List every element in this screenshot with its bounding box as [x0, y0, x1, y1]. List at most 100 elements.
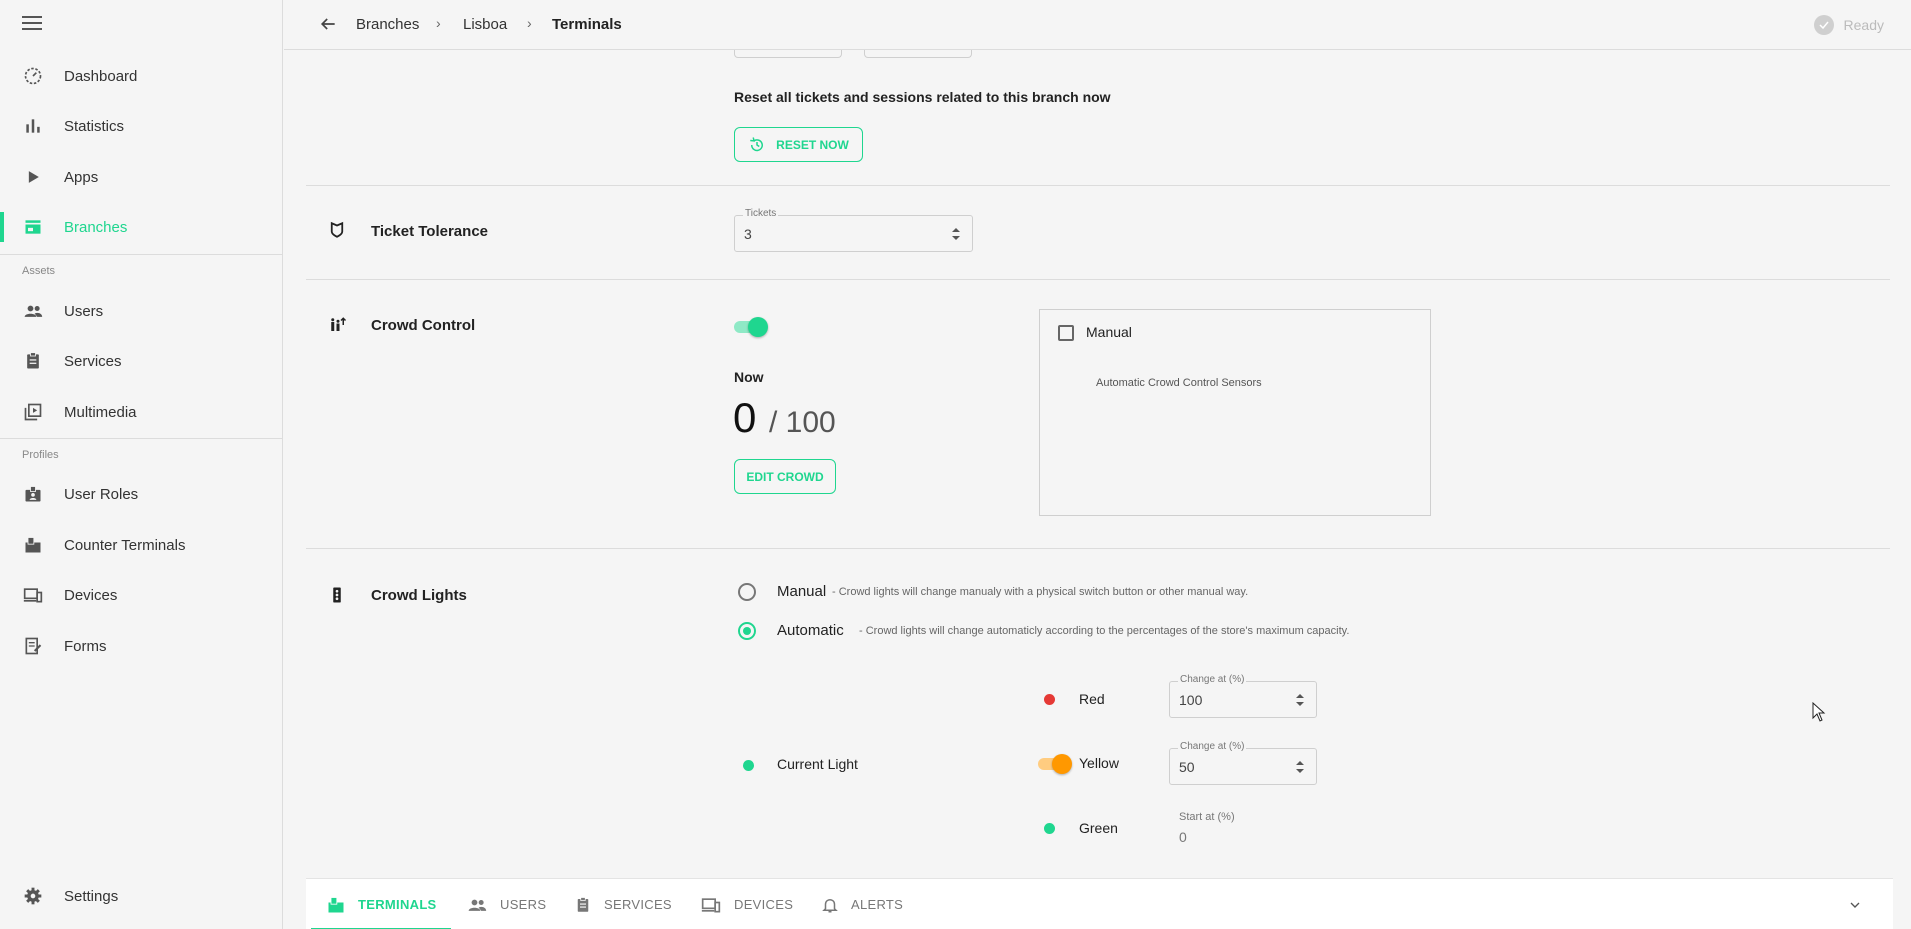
- history-icon: [750, 136, 764, 151]
- sidebar-item-label: User Roles: [64, 485, 139, 503]
- red-field-label: Change at (%): [1178, 674, 1247, 685]
- sidebar-item-dashboard[interactable]: Dashboard: [0, 51, 283, 101]
- stepper-icon[interactable]: [952, 227, 960, 241]
- edit-crowd-label: EDIT CROWD: [746, 469, 824, 484]
- sensors-label: Automatic Crowd Control Sensors: [1096, 377, 1262, 389]
- green-light-dot: [1044, 823, 1055, 834]
- green-field-label: Start at (%): [1179, 811, 1235, 823]
- manual-checkbox-label: Manual: [1086, 324, 1132, 340]
- crowd-control-toggle[interactable]: [734, 317, 770, 337]
- red-light-dot: [1044, 694, 1055, 705]
- current-light-dot: [743, 760, 754, 771]
- divider: [0, 438, 283, 439]
- yellow-change-at-field[interactable]: Change at (%) 50: [1169, 741, 1317, 785]
- breadcrumb-terminals: Terminals: [552, 16, 622, 33]
- section-divider: [306, 185, 1890, 186]
- stepper-icon[interactable]: [1296, 760, 1304, 774]
- breadcrumb-lisboa[interactable]: Lisboa: [463, 16, 507, 33]
- bottom-tab-bar: TERMINALS USERS SERVICES DEVICES ALERTS: [306, 878, 1893, 929]
- terminal-icon: [25, 537, 41, 553]
- tab-label: ALERTS: [851, 897, 904, 912]
- sidebar-item-user-roles[interactable]: User Roles: [0, 469, 283, 519]
- current-light-label: Current Light: [777, 756, 858, 772]
- crowd-lights-title: Crowd Lights: [371, 587, 467, 604]
- sidebar-item-label: Counter Terminals: [64, 536, 186, 554]
- toggle-knob: [1052, 754, 1072, 774]
- sidebar-item-users[interactable]: Users: [0, 286, 283, 336]
- check-circle-icon: [1813, 15, 1834, 35]
- status-text: Ready: [1843, 17, 1884, 33]
- reset-now-label: RESET NOW: [776, 137, 849, 152]
- crowd-current-value: 0: [733, 394, 757, 441]
- sidebar-item-label: Devices: [64, 586, 118, 604]
- sidebar-item-label: Multimedia: [64, 403, 137, 421]
- sidebar-item-settings[interactable]: Settings: [0, 871, 283, 921]
- chevron-down-icon[interactable]: [1847, 897, 1863, 913]
- sidebar-item-label: Services: [64, 352, 122, 370]
- sidebar-item-devices[interactable]: Devices: [0, 570, 283, 620]
- terminal-icon: [328, 896, 344, 912]
- section-divider: [306, 548, 1890, 549]
- badge-icon: [25, 486, 41, 502]
- toggle-knob: [748, 317, 768, 337]
- breadcrumb-branches[interactable]: Branches: [356, 16, 419, 33]
- ticket-tolerance-title: Ticket Tolerance: [371, 223, 488, 240]
- yellow-light-toggle[interactable]: [1038, 754, 1074, 774]
- crowd-max-value: / 100: [769, 406, 836, 439]
- tickets-field[interactable]: Tickets 3: [734, 208, 973, 252]
- stepper-icon[interactable]: [1296, 693, 1304, 707]
- video-library-icon: [24, 403, 42, 421]
- section-label-profiles: Profiles: [22, 449, 59, 461]
- red-value: 100: [1179, 692, 1203, 708]
- edit-crowd-button[interactable]: EDIT CROWD: [734, 459, 836, 494]
- manual-radio[interactable]: [738, 583, 756, 601]
- automatic-radio-label: Automatic: [777, 622, 844, 639]
- bell-icon: [822, 898, 838, 912]
- gear-icon: [24, 887, 42, 905]
- devices-icon: [23, 588, 43, 603]
- tab-label: TERMINALS: [358, 897, 437, 912]
- sidebar-item-label: Settings: [64, 887, 119, 905]
- tab-devices[interactable]: DEVICES: [700, 879, 793, 929]
- clipboard-icon: [27, 352, 39, 369]
- tab-terminals[interactable]: TERMINALS: [311, 879, 451, 929]
- manual-checkbox[interactable]: [1058, 325, 1074, 341]
- sidebar-item-branches[interactable]: Branches: [0, 202, 283, 252]
- sidebar-item-apps[interactable]: Apps: [0, 152, 283, 202]
- automatic-radio[interactable]: [738, 622, 756, 640]
- yellow-value: 50: [1179, 759, 1195, 775]
- sidebar-item-forms[interactable]: Forms: [0, 621, 283, 671]
- automatic-radio-description: - Crowd lights will change automaticly a…: [859, 625, 1350, 637]
- back-arrow-icon[interactable]: [318, 14, 338, 34]
- reset-now-button[interactable]: RESET NOW: [734, 127, 863, 162]
- crowd-manual-panel: Manual Automatic Crowd Control Sensors: [1039, 309, 1431, 516]
- bar-chart-icon: [26, 119, 40, 133]
- section-divider: [306, 279, 1890, 280]
- sidebar-item-counter-terminals[interactable]: Counter Terminals: [0, 520, 283, 570]
- divider: [0, 254, 283, 255]
- green-light-label: Green: [1079, 820, 1118, 836]
- tickets-value: 3: [744, 226, 752, 242]
- section-label-assets: Assets: [22, 265, 56, 277]
- users-icon: [24, 305, 43, 317]
- sidebar-item-multimedia[interactable]: Multimedia: [0, 387, 283, 437]
- green-value: 0: [1179, 829, 1187, 845]
- sidebar-item-statistics[interactable]: Statistics: [0, 101, 283, 151]
- tickets-field-label: Tickets: [743, 208, 779, 219]
- top-bar: Branches › Lisboa › Terminals Ready: [284, 0, 1911, 50]
- manual-radio-description: - Crowd lights will change manualy with …: [832, 586, 1249, 598]
- crowd-control-title: Crowd Control: [371, 317, 476, 334]
- mouse-cursor-icon: [1812, 702, 1826, 722]
- tab-users[interactable]: USERS: [466, 879, 546, 929]
- dashboard-icon: [24, 67, 42, 85]
- tab-services[interactable]: SERVICES: [574, 879, 672, 929]
- sidebar: Dashboard Statistics Apps Branches Asset…: [0, 0, 283, 929]
- sidebar-item-label: Forms: [64, 637, 107, 655]
- sidebar-item-label: Statistics: [64, 117, 125, 135]
- menu-icon[interactable]: [22, 16, 42, 32]
- sidebar-item-services[interactable]: Services: [0, 336, 283, 386]
- red-change-at-field[interactable]: Change at (%) 100: [1169, 674, 1317, 718]
- form-icon: [25, 637, 42, 655]
- yellow-light-label: Yellow: [1079, 755, 1119, 771]
- tab-alerts[interactable]: ALERTS: [821, 879, 903, 929]
